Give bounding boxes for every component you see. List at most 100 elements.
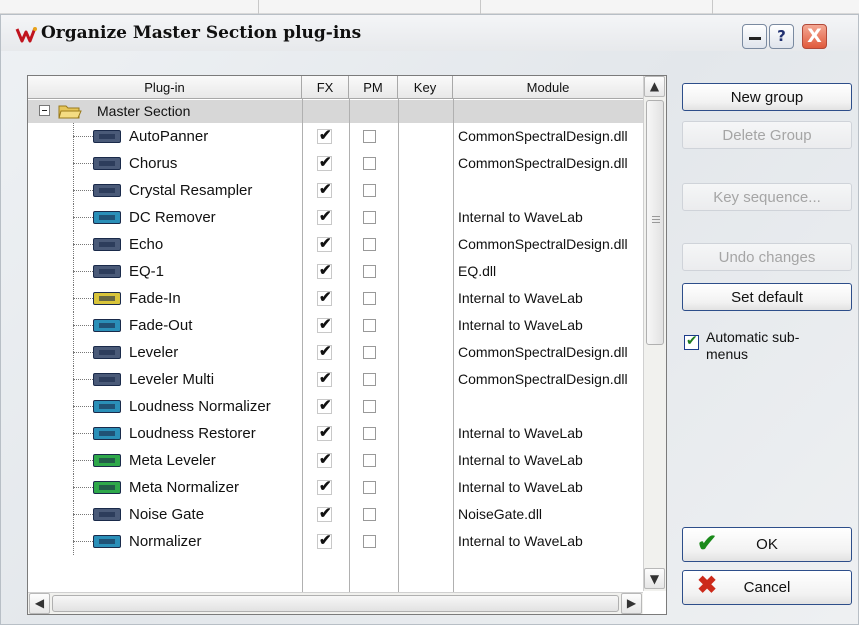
table-row[interactable]: AutoPanner ✔ CommonSpectralDesign.dll xyxy=(28,123,643,150)
pm-checkbox[interactable] xyxy=(363,400,376,413)
fx-checkbox-box: ✔ xyxy=(317,154,332,171)
tree-line xyxy=(73,379,93,380)
fx-checkbox[interactable]: ✔ xyxy=(317,478,332,495)
key-sequence-button[interactable]: Key sequence... xyxy=(682,183,852,211)
plugin-name: Loudness Restorer xyxy=(129,425,256,442)
column-header-pm[interactable]: PM xyxy=(349,76,398,99)
close-button[interactable]: X xyxy=(802,24,827,49)
pm-checkbox[interactable] xyxy=(363,292,376,305)
pm-checkbox[interactable] xyxy=(363,373,376,386)
table-row[interactable]: Chorus ✔ CommonSpectralDesign.dll xyxy=(28,150,643,177)
column-header-plugin[interactable]: Plug-in xyxy=(28,76,302,99)
plugin-icon xyxy=(93,508,121,521)
fx-checkbox[interactable]: ✔ xyxy=(317,262,332,279)
horizontal-scrollbar[interactable]: ◀ ▶ xyxy=(28,592,643,614)
tree-line xyxy=(73,298,93,299)
cancel-button[interactable]: ✖ Cancel xyxy=(682,570,852,605)
help-button[interactable]: ? xyxy=(769,24,794,49)
strip-divider xyxy=(480,0,481,14)
table-row[interactable]: Normalizer ✔ Internal to WaveLab xyxy=(28,528,643,555)
pm-checkbox[interactable] xyxy=(363,265,376,278)
pm-checkbox[interactable] xyxy=(363,157,376,170)
pm-checkbox[interactable] xyxy=(363,184,376,197)
fx-checkbox[interactable]: ✔ xyxy=(317,505,332,522)
scroll-left-button[interactable]: ◀ xyxy=(29,593,50,614)
column-header-fx[interactable]: FX xyxy=(302,76,349,99)
minimize-button[interactable] xyxy=(742,24,767,49)
fx-checkbox[interactable]: ✔ xyxy=(317,154,332,171)
plugin-icon-detail xyxy=(99,512,115,517)
scroll-down-button[interactable]: ▼ xyxy=(644,568,665,589)
column-divider xyxy=(302,99,303,592)
pm-checkbox[interactable] xyxy=(363,481,376,494)
fx-checkbox[interactable]: ✔ xyxy=(317,181,332,198)
fx-checkbox[interactable]: ✔ xyxy=(317,451,332,468)
table-row[interactable]: Fade-Out ✔ Internal to WaveLab xyxy=(28,312,643,339)
table-row[interactable]: Leveler ✔ CommonSpectralDesign.dll xyxy=(28,339,643,366)
delete-group-button[interactable]: Delete Group xyxy=(682,121,852,149)
table-row[interactable]: Fade-In ✔ Internal to WaveLab xyxy=(28,285,643,312)
new-group-button[interactable]: New group xyxy=(682,83,852,111)
fx-checkbox[interactable]: ✔ xyxy=(317,235,332,252)
module-name: Internal to WaveLab xyxy=(458,317,583,333)
fx-checkbox[interactable]: ✔ xyxy=(317,424,332,441)
title-bar[interactable]: Organize Master Section plug-ins ? X xyxy=(1,15,858,51)
fx-checkbox[interactable]: ✔ xyxy=(317,316,332,333)
table-row[interactable]: Meta Normalizer ✔ Internal to WaveLab xyxy=(28,474,643,501)
plugin-name: Leveler Multi xyxy=(129,371,215,388)
fx-checkbox[interactable]: ✔ xyxy=(317,208,332,225)
fx-checkbox[interactable]: ✔ xyxy=(317,370,332,387)
plugin-name: Meta Leveler xyxy=(129,452,216,469)
fx-checkbox-box: ✔ xyxy=(317,235,332,252)
plugin-icon xyxy=(93,319,121,332)
table-row[interactable]: DC Remover ✔ Internal to WaveLab xyxy=(28,204,643,231)
fx-checkbox-box: ✔ xyxy=(317,451,332,468)
pm-checkbox[interactable] xyxy=(363,211,376,224)
set-default-button[interactable]: Set default xyxy=(682,283,852,311)
undo-changes-button[interactable]: Undo changes xyxy=(682,243,852,271)
vertical-scrollbar[interactable]: ▲ ▼ xyxy=(643,76,666,591)
group-row-master-section[interactable]: Master Section xyxy=(28,100,643,123)
automatic-submenus-checkbox[interactable]: ✔ xyxy=(684,333,699,350)
fx-checkbox[interactable]: ✔ xyxy=(317,343,332,360)
pm-checkbox[interactable] xyxy=(363,427,376,440)
column-header-module[interactable]: Module xyxy=(453,76,643,99)
plugin-icon-detail xyxy=(99,161,115,166)
table-row[interactable]: Echo ✔ CommonSpectralDesign.dll xyxy=(28,231,643,258)
fx-checkbox[interactable]: ✔ xyxy=(317,127,332,144)
scroll-right-button[interactable]: ▶ xyxy=(621,593,642,614)
strip-divider xyxy=(712,0,713,14)
plugin-table[interactable]: Plug-in FX PM Key Module Master Section … xyxy=(27,75,667,615)
fx-checkbox[interactable]: ✔ xyxy=(317,397,332,414)
horizontal-scroll-thumb[interactable] xyxy=(52,595,619,612)
plugin-name: Meta Normalizer xyxy=(129,479,240,496)
pm-checkbox[interactable] xyxy=(363,454,376,467)
table-row[interactable]: EQ-1 ✔ EQ.dll xyxy=(28,258,643,285)
pm-checkbox[interactable] xyxy=(363,238,376,251)
scroll-up-button[interactable]: ▲ xyxy=(644,76,665,97)
pm-checkbox[interactable] xyxy=(363,319,376,332)
table-row[interactable]: Meta Leveler ✔ Internal to WaveLab xyxy=(28,447,643,474)
plugin-name: Chorus xyxy=(129,155,178,172)
collapse-icon[interactable] xyxy=(39,105,50,116)
fx-checkbox[interactable]: ✔ xyxy=(317,532,332,549)
plugin-icon-detail xyxy=(99,134,115,139)
plugin-name: Crystal Resampler xyxy=(129,182,253,199)
pm-checkbox[interactable] xyxy=(363,535,376,548)
fx-checkbox[interactable]: ✔ xyxy=(317,289,332,306)
vertical-scroll-thumb[interactable] xyxy=(646,100,664,345)
pm-checkbox[interactable] xyxy=(363,130,376,143)
pm-checkbox[interactable] xyxy=(363,508,376,521)
fx-checkbox-box: ✔ xyxy=(317,127,332,144)
table-row[interactable]: Crystal Resampler ✔ xyxy=(28,177,643,204)
table-row[interactable]: Loudness Restorer ✔ Internal to WaveLab xyxy=(28,420,643,447)
grip-line xyxy=(652,216,660,217)
checkmark-icon: ✔ xyxy=(319,424,332,441)
tree-line xyxy=(73,487,93,488)
table-row[interactable]: Noise Gate ✔ NoiseGate.dll xyxy=(28,501,643,528)
table-row[interactable]: Leveler Multi ✔ CommonSpectralDesign.dll xyxy=(28,366,643,393)
column-header-key[interactable]: Key xyxy=(398,76,453,99)
pm-checkbox[interactable] xyxy=(363,346,376,359)
ok-button[interactable]: ✔ OK xyxy=(682,527,852,562)
table-row[interactable]: Loudness Normalizer ✔ xyxy=(28,393,643,420)
